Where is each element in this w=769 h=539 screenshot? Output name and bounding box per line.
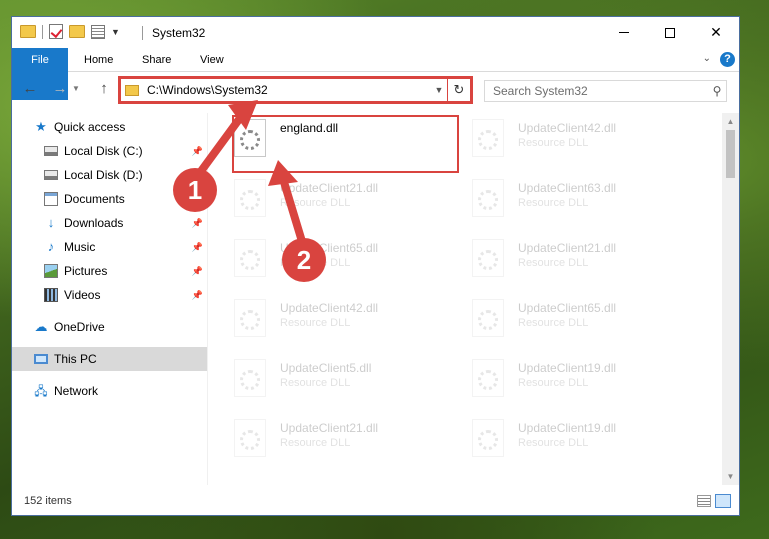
arrow-to-file xyxy=(268,160,308,252)
step-1-badge: 1 xyxy=(173,168,217,212)
arrow-to-address-bar xyxy=(192,100,258,182)
annotation-arrows xyxy=(192,100,308,252)
step-2-badge: 2 xyxy=(282,238,326,282)
